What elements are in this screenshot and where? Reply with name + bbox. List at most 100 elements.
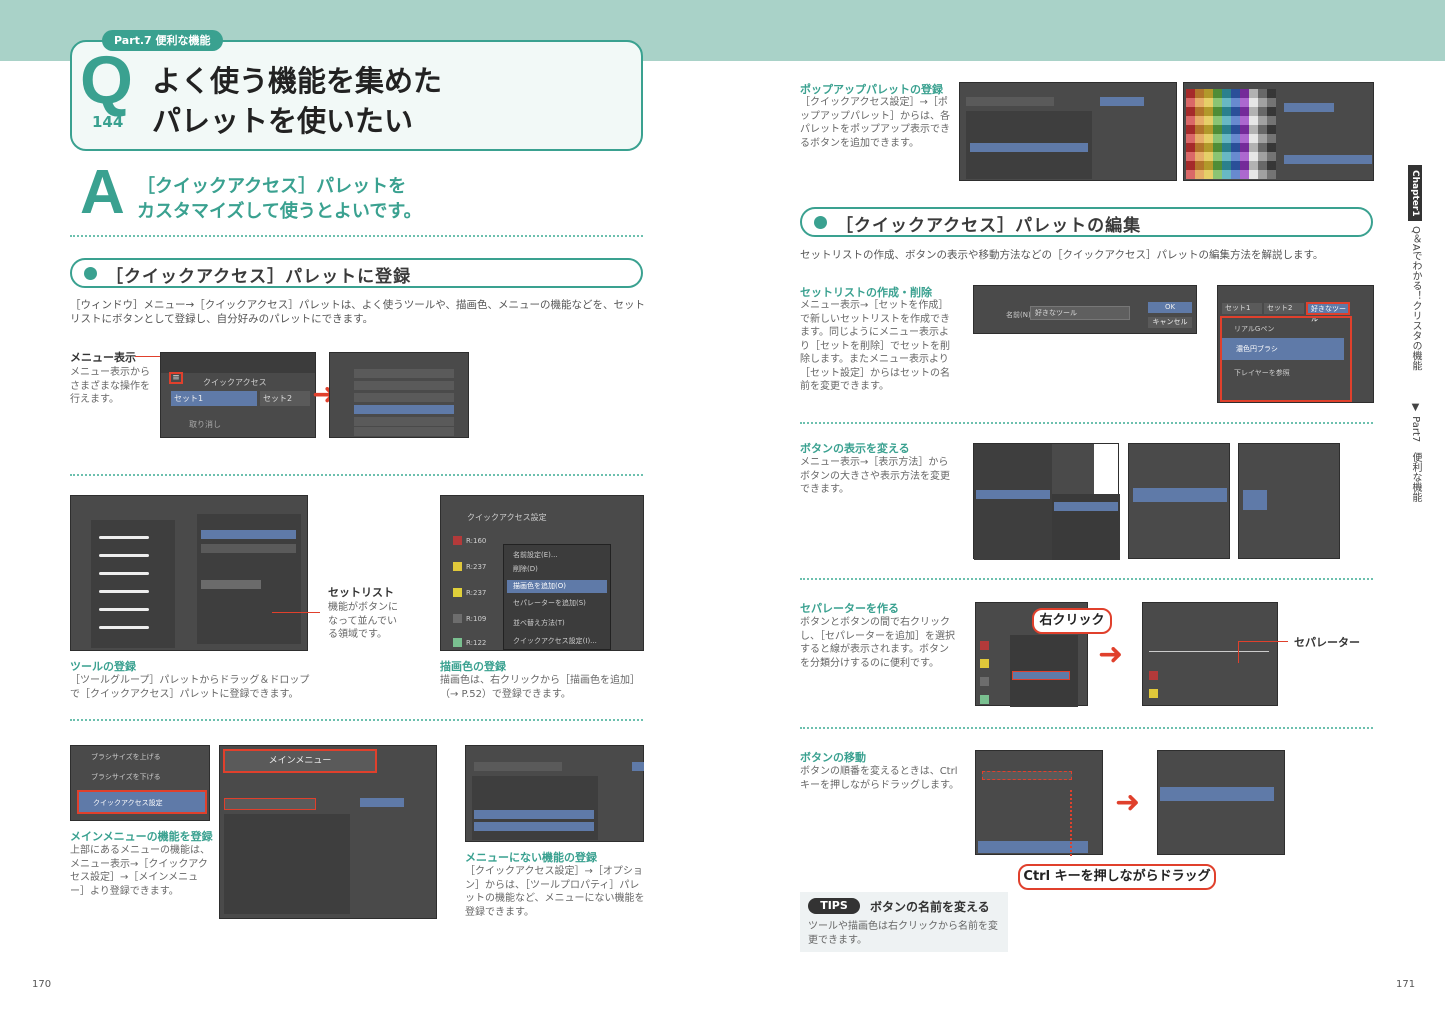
tips-badge: TIPS	[808, 898, 860, 914]
divider	[800, 422, 1373, 424]
set-list-line	[272, 612, 320, 613]
move-desc: ボタンの順番を変えるときは、Ctrlキーを押しながらドラッグします。	[800, 766, 959, 791]
undo-button[interactable]: 取り消し	[189, 419, 221, 430]
answer-line-2: カスタマイズして使うとよいです。	[137, 201, 422, 222]
main-menu-screenshot: メインメニュー	[219, 745, 437, 919]
separator-pointer-line	[1238, 641, 1239, 663]
separator-line	[1149, 651, 1269, 652]
set1-tab[interactable]: セット1	[1222, 303, 1262, 314]
color-value: R:160	[466, 537, 487, 545]
side-text-1: Q＆Aでわかる！クリスタの機能	[1410, 226, 1421, 371]
color-swatch	[453, 638, 462, 647]
set2-tab[interactable]: セット2	[1264, 303, 1304, 314]
setlist-desc: メニュー表示→［セットを作成］で新しいセットリストを作成できます。同じようにメニ…	[800, 300, 950, 392]
move-before-screenshot	[975, 750, 1103, 855]
bullet-dot	[84, 267, 97, 280]
tool-reg-title: ツールの登録	[70, 660, 136, 673]
main-menu-desc: 上部にあるメニューの機能は、メニュー表示→［クイックアクセス設定］→［メインメニ…	[70, 845, 210, 897]
color-value: R:237	[466, 589, 487, 597]
separator-desc: ボタンとボタンの間で右クリックし、［セパレーターを追加］を選択すると線が表示され…	[800, 617, 955, 669]
ok-button[interactable]: OK	[1148, 302, 1192, 313]
brush-up: ブラシサイズを上げる	[91, 753, 161, 761]
popup-desc: ［クイックアクセス設定］→［ポップアップパレット］からは、各パレットをポップアッ…	[800, 97, 950, 149]
separator-title: セパレーターを作る	[800, 602, 899, 615]
display-menu-screenshot	[973, 443, 1120, 560]
separator-pointer-line	[1238, 641, 1288, 642]
fav-tools-tab[interactable]: 好きなツール	[1306, 302, 1350, 323]
section-title: ［クイックアクセス］パレットの編集	[836, 216, 1142, 236]
brush-size-screenshot: ブラシサイズを上げる ブラシサイズを下げる クイックアクセス設定	[70, 745, 210, 821]
section-header-register: ［クイックアクセス］パレットに登録	[70, 258, 643, 288]
color-swatch	[453, 614, 462, 623]
popup-settings-screenshot	[959, 82, 1177, 181]
move-title: ボタンの移動	[800, 751, 866, 764]
menu-label: メニュー表示	[70, 351, 136, 364]
menu-icon[interactable]: ≡	[169, 372, 183, 384]
color-swatch	[453, 536, 462, 545]
color-value: R:109	[466, 615, 487, 623]
question-letter: Q	[80, 42, 133, 118]
color-swatch	[453, 562, 462, 571]
set2-tab[interactable]: セット2	[260, 391, 310, 406]
color-reg-desc: 描画色は、右クリックから［描画色を追加］（→ P.52）で登録できます。	[440, 675, 640, 700]
section-body: セットリストの作成、ボタンの表示や移動方法などの［クイックアクセス］パレットの編…	[800, 249, 1324, 261]
qa-settings-item[interactable]: クイックアクセス設定	[77, 790, 207, 814]
ctrl-drag-callout: Ctrl キーを押しながらドラッグ	[1018, 864, 1216, 890]
color-value: R:237	[466, 563, 487, 571]
menu-desc: メニュー表示から さまざまな操作を 行えます。	[70, 367, 150, 405]
color-context-screenshot: クイックアクセス設定 R:160 R:237 R:237 R:109 R:122…	[440, 495, 644, 651]
tips-title: ボタンの名前を変える	[870, 900, 990, 914]
qa-palette-screenshot: ≡ クイックアクセス セット1 セット2 取り消し	[160, 352, 316, 438]
name-input[interactable]: 好きなツール	[1030, 306, 1130, 320]
qa-settings-title: クイックアクセス設定	[467, 513, 547, 522]
divider	[70, 474, 643, 476]
divider	[800, 727, 1373, 729]
display-variant-1	[1128, 443, 1230, 559]
create-set-dialog: 名前(N) 好きなツール OK キャンセル	[973, 285, 1197, 334]
divider	[70, 719, 643, 721]
tool-group-screenshot	[70, 495, 308, 651]
no-menu-desc: ［クイックアクセス設定］→［オプション］からは、［ツールプロパティ］パレットの機…	[465, 866, 645, 918]
main-menu-select[interactable]: メインメニュー	[223, 749, 377, 773]
set1-tab[interactable]: セット1	[171, 391, 257, 406]
divider	[70, 235, 643, 237]
divider	[800, 578, 1373, 580]
display-variant-2	[1238, 443, 1340, 559]
question-title-1: よく使う機能を集めた	[152, 64, 443, 98]
question-number: 144	[92, 113, 124, 131]
qa-title: クイックアクセス	[203, 378, 267, 387]
arrow-right-icon: ➜	[1115, 785, 1141, 820]
cancel-button[interactable]: キャンセル	[1148, 317, 1192, 328]
menu-item-delete[interactable]: 削除(D)	[513, 564, 538, 574]
setlist-title: セットリストの作成・削除	[800, 286, 932, 299]
tool-brush[interactable]: 濃色円ブラシ	[1222, 338, 1344, 360]
color-reg-title: 描画色の登録	[440, 660, 506, 673]
section-title: ［クイックアクセス］パレットに登録	[106, 267, 412, 287]
question-title-2: パレットを使いたい	[152, 104, 414, 138]
menu-item-qa-settings[interactable]: クイックアクセス設定(I)...	[513, 636, 597, 646]
name-label: 名前(N)	[1006, 311, 1031, 319]
tool-lower-layer[interactable]: 下レイヤーを参照	[1234, 368, 1290, 378]
move-after-screenshot	[1157, 750, 1285, 855]
display-desc: メニュー表示→［表示方法］からボタンの大きさや表示方法を変更できます。	[800, 457, 950, 495]
menu-item-rename[interactable]: 名前設定(E)...	[513, 550, 558, 560]
menu-item-add-color[interactable]: 描画色を追加(O)	[507, 580, 607, 593]
tool-real-pen[interactable]: リアルGペン	[1234, 324, 1274, 334]
no-menu-title: メニューにない機能の登録	[465, 851, 597, 864]
answer-letter: A	[80, 158, 125, 227]
side-text-2: ▼ Part7 便利な機能	[1410, 402, 1421, 503]
drag-path	[1070, 790, 1072, 856]
brush-down: ブラシサイズを下げる	[91, 773, 161, 781]
side-chapter-tab: Chapter1	[1408, 165, 1422, 221]
page-number-left: 170	[32, 979, 52, 990]
right-click-callout: 右クリック	[1032, 608, 1112, 634]
section-header-edit: ［クイックアクセス］パレットの編集	[800, 207, 1373, 237]
popup-palette-screenshot	[1183, 82, 1374, 181]
answer-line-1: ［クイックアクセス］パレットを	[137, 176, 407, 197]
separator-after-screenshot	[1142, 602, 1278, 706]
menu-item-sort[interactable]: 並べ替え方法(T)	[513, 618, 565, 628]
tips-desc: ツールや描画色は右クリックから名前を変更できます。	[808, 921, 998, 946]
arrow-right-icon: ➜	[1098, 637, 1124, 672]
menu-item-add-separator[interactable]: セパレーターを追加(S)	[513, 598, 586, 608]
set-list-desc: 機能がボタンに なって並んでい る領域です。	[328, 602, 398, 640]
